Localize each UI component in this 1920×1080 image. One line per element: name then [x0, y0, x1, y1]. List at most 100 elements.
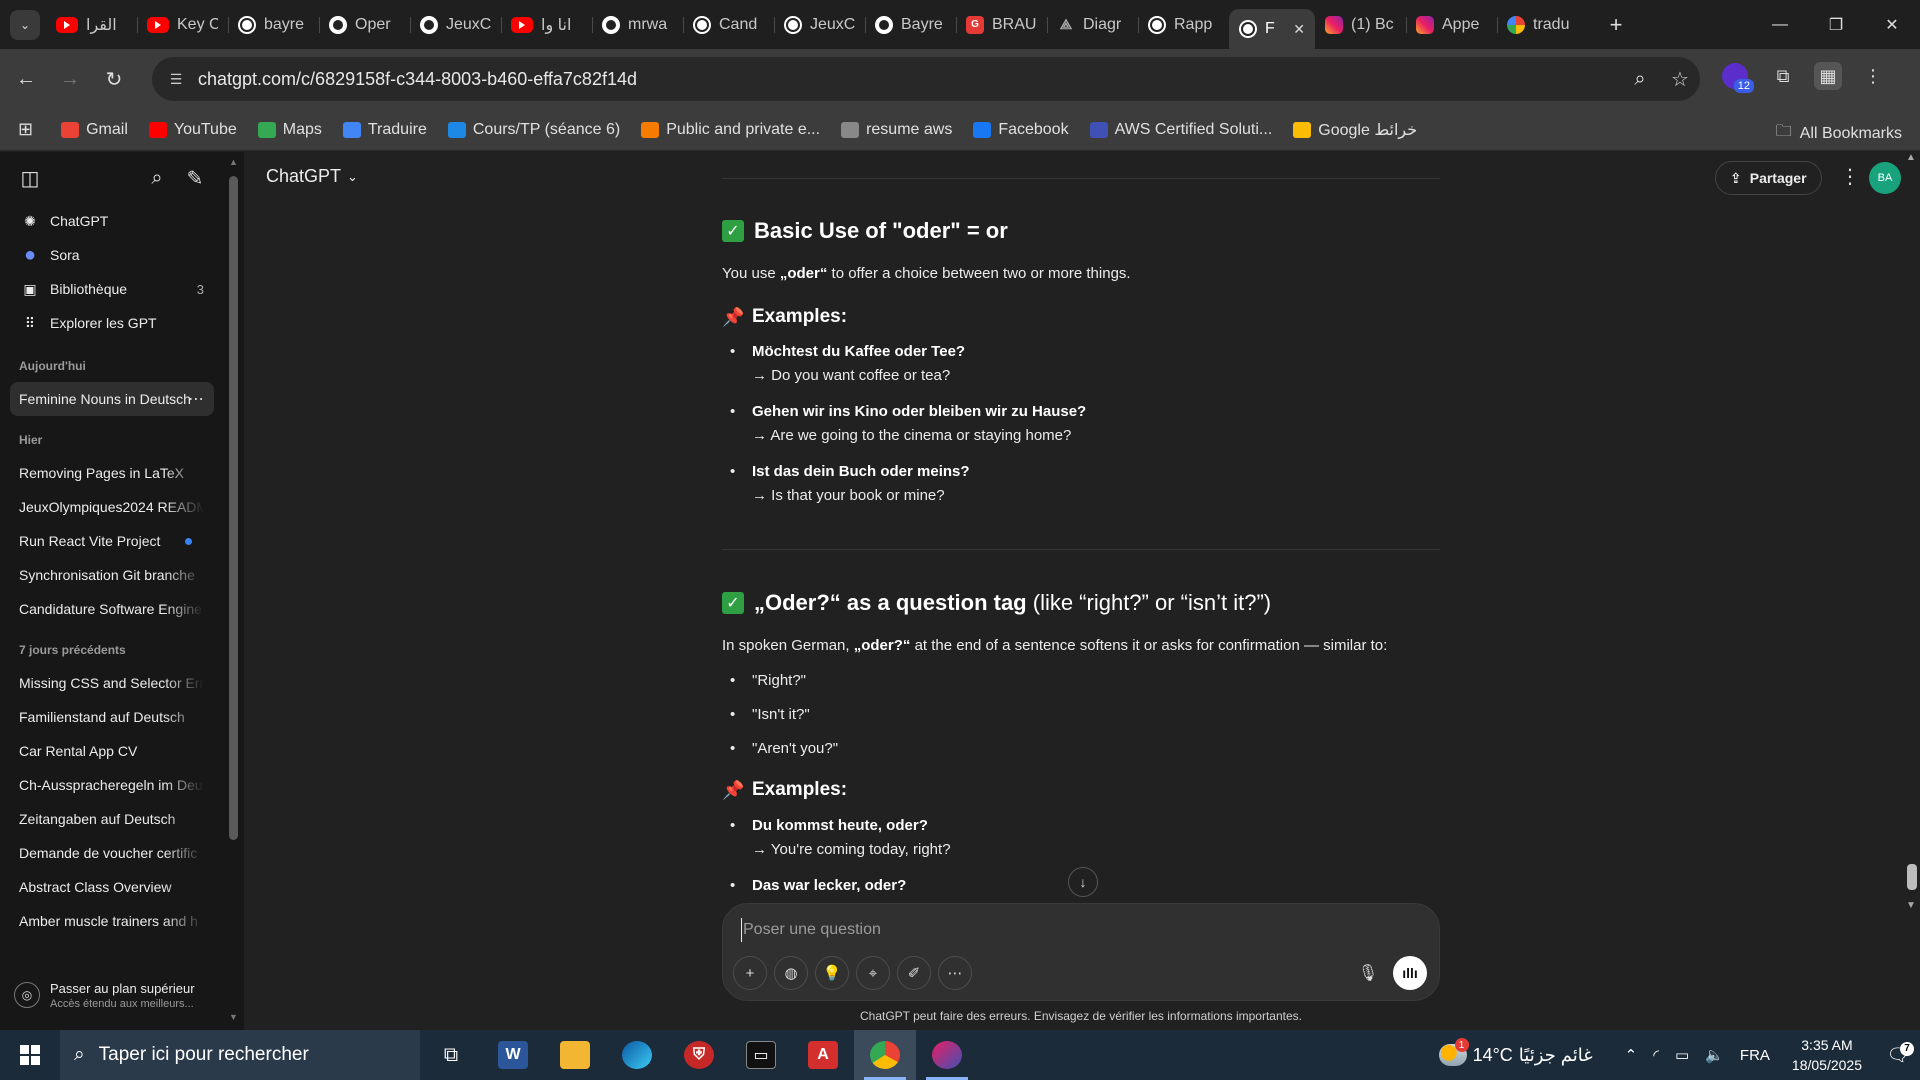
browser-tab[interactable]: mrwa	[592, 8, 683, 42]
voice-mode-button[interactable]: ıllı	[1393, 956, 1427, 990]
chat-history-item[interactable]: Candidature Software Engine	[0, 592, 204, 626]
chat-history-item[interactable]: Ch-Ausspracheregeln im Deu	[0, 768, 204, 802]
extension-icon[interactable]: 12	[1718, 59, 1754, 93]
bookmark-item[interactable]: Cours/TP (séance 6)	[447, 121, 620, 139]
scroll-to-bottom-button[interactable]: ↓	[1068, 867, 1098, 897]
restore-button[interactable]: ❐	[1808, 0, 1864, 49]
bookmark-item[interactable]: resume aws	[841, 121, 952, 139]
browser-tab[interactable]: Bayre	[865, 8, 956, 42]
browser-tab[interactable]: Rapp	[1138, 8, 1229, 42]
notification-center-button[interactable]: 🗨 7	[1876, 1041, 1920, 1066]
wifi-icon[interactable]: ◜	[1653, 1046, 1659, 1064]
bookmark-item[interactable]: Google خرائط	[1293, 120, 1417, 140]
minimize-button[interactable]: —	[1752, 0, 1808, 49]
new-chat-icon[interactable]: ✎	[181, 164, 209, 192]
sidebar-toggle-icon[interactable]: ◫	[16, 164, 44, 192]
browser-tab[interactable]: انا وا	[501, 8, 592, 42]
sidebar-scroll-down[interactable]: ▼	[229, 1012, 238, 1022]
acrobat-app[interactable]: A	[792, 1030, 854, 1080]
forward-button[interactable]: →	[52, 61, 88, 97]
search-icon[interactable]: ⌕	[143, 164, 171, 192]
sidebar-scroll-up[interactable]: ▲	[229, 157, 238, 167]
chat-history-item[interactable]: Run React Vite Project	[0, 524, 204, 558]
chat-history-item[interactable]: Abstract Class Overview	[0, 870, 204, 904]
word-app[interactable]: W	[482, 1030, 544, 1080]
tab-search-button[interactable]: ⌄	[10, 9, 40, 40]
deep-research-button[interactable]: ⌖	[856, 956, 890, 990]
bookmark-item[interactable]: Gmail	[61, 121, 128, 139]
close-tab-icon[interactable]: ✕	[1293, 21, 1305, 38]
dictate-button[interactable]: 🎙	[1351, 956, 1385, 990]
attach-button[interactable]: +	[733, 956, 767, 990]
chat-history-item[interactable]: Synchronisation Git branche	[0, 558, 204, 592]
task-view-button[interactable]: ⧉	[420, 1030, 482, 1080]
bookmark-item[interactable]: Traduire	[342, 121, 427, 139]
start-button[interactable]	[0, 1030, 60, 1080]
sidebar-scrollbar[interactable]	[229, 176, 238, 840]
volume-icon[interactable]: 🔈	[1705, 1046, 1724, 1064]
zoom-icon[interactable]: ⌕	[1620, 59, 1660, 99]
security-app[interactable]: ⛨	[668, 1030, 730, 1080]
bookmark-item[interactable]: YouTube	[148, 121, 237, 139]
browser-tab[interactable]: F ✕	[1229, 9, 1315, 49]
weather-widget[interactable]: 1 14°C غائم جزئيًا	[1438, 1038, 1593, 1066]
main-scrollbar[interactable]	[1907, 864, 1917, 890]
reload-button[interactable]: ↻	[96, 61, 132, 97]
bookmark-item[interactable]: AWS Certified Soluti...	[1089, 121, 1272, 139]
clock[interactable]: 3:35 AM 18/05/2025	[1792, 1035, 1862, 1075]
site-info-icon[interactable]: ☰	[164, 67, 188, 91]
all-bookmarks-button[interactable]: 🗀 All Bookmarks	[1776, 120, 1902, 147]
file-explorer-app[interactable]	[544, 1030, 606, 1080]
bookmark-item[interactable]: Public and private e...	[641, 121, 820, 139]
browser-tab[interactable]: tradu	[1497, 8, 1588, 42]
chat-history-item[interactable]: JeuxOlympiques2024 READM	[0, 490, 204, 524]
profile-icon[interactable]: ▦	[1814, 62, 1842, 90]
browser-menu-icon[interactable]: ⋮	[1856, 59, 1890, 93]
terminal-app[interactable]: ▭	[730, 1030, 792, 1080]
browser-tab[interactable]: JeuxC	[410, 8, 501, 42]
chat-history-item[interactable]: Car Rental App CV	[0, 734, 204, 768]
snipping-app[interactable]	[916, 1030, 978, 1080]
main-scroll-up[interactable]: ▲	[1906, 152, 1916, 163]
new-tab-button[interactable]: +	[1602, 11, 1630, 39]
battery-icon[interactable]: ▭	[1675, 1046, 1689, 1064]
browser-tab[interactable]: Appe	[1406, 8, 1497, 42]
browser-tab[interactable]: ⟁ Diagr	[1047, 8, 1138, 42]
browser-tab[interactable]: Oper	[319, 8, 410, 42]
image-create-button[interactable]: ✐	[897, 956, 931, 990]
model-selector[interactable]: ChatGPT ⌄	[266, 166, 358, 187]
bookmark-item[interactable]: Facebook	[973, 121, 1069, 139]
language-indicator[interactable]: FRA	[1740, 1047, 1770, 1064]
browser-tab[interactable]: G BRAU	[956, 8, 1047, 42]
browser-tab[interactable]: bayre	[228, 8, 319, 42]
main-scroll-down[interactable]: ▼	[1906, 900, 1916, 911]
sidebar-item-sora[interactable]: ● Sora	[10, 238, 214, 272]
browser-tab[interactable]: القرا	[46, 8, 137, 42]
browser-tab[interactable]: Cand	[683, 8, 774, 42]
browser-tab[interactable]: Key C	[137, 8, 228, 42]
web-search-button[interactable]: ◍	[774, 956, 808, 990]
browser-tab[interactable]: (1) Bc	[1315, 8, 1406, 42]
upgrade-plan-button[interactable]: ◎ Passer au plan supérieur Accès étendu …	[10, 970, 214, 1020]
share-button[interactable]: ⇪ Partager	[1715, 161, 1822, 195]
sidebar-item-library[interactable]: ▣ Bibliothèque 3	[10, 272, 214, 306]
reason-button[interactable]: 💡	[815, 956, 849, 990]
chat-history-item[interactable]: Familienstand auf Deutsch	[0, 700, 204, 734]
chat-history-item[interactable]: Feminine Nouns in Deutsch ⋯	[10, 382, 214, 416]
bookmark-star-icon[interactable]: ☆	[1660, 59, 1700, 99]
url-text[interactable]: chatgpt.com/c/6829158f-c344-8003-b460-ef…	[198, 69, 1620, 90]
extensions-puzzle-icon[interactable]: ⧉	[1766, 59, 1800, 93]
taskbar-search[interactable]: ⌕ Taper ici pour rechercher	[60, 1030, 420, 1080]
apps-grid-icon[interactable]: ⊞	[18, 119, 33, 140]
chrome-app[interactable]	[854, 1030, 916, 1080]
address-bar[interactable]: ☰ chatgpt.com/c/6829158f-c344-8003-b460-…	[152, 57, 1700, 101]
browser-tab[interactable]: JeuxC	[774, 8, 865, 42]
chat-history-item[interactable]: Zeitangaben auf Deutsch	[0, 802, 204, 836]
prompt-input[interactable]	[741, 918, 1421, 942]
more-options-icon[interactable]: ⋮	[1840, 164, 1860, 189]
chat-history-item[interactable]: Removing Pages in LaTeX	[0, 456, 204, 490]
close-window-button[interactable]: ✕	[1864, 0, 1920, 49]
chat-history-item[interactable]: Amber muscle trainers and h	[0, 904, 204, 938]
more-tools-button[interactable]: ⋯	[938, 956, 972, 990]
chat-history-item[interactable]: Demande de voucher certific	[0, 836, 204, 870]
